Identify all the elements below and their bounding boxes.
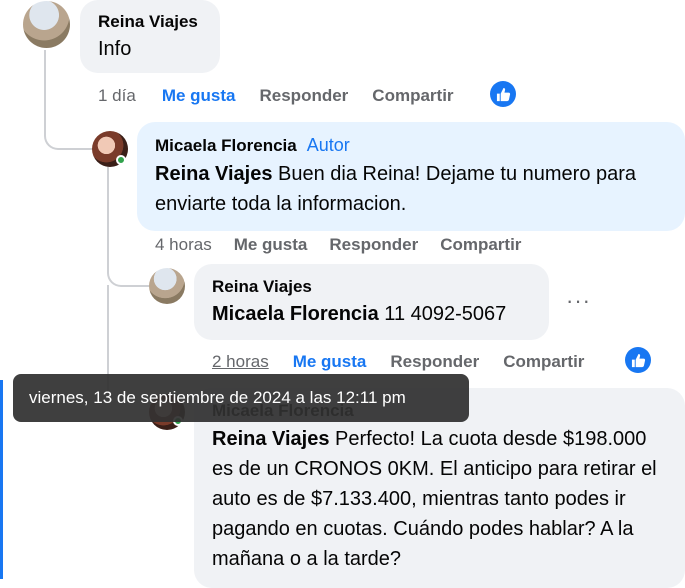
more-options-icon[interactable]: ··· <box>566 288 591 314</box>
timestamp-tooltip: viernes, 13 de septiembre de 2024 a las … <box>13 374 469 422</box>
avatar-reina-viajes[interactable] <box>149 268 185 304</box>
comment-bubble-2: Micaela Florencia Autor Reina Viajes Buen… <box>137 122 685 231</box>
comment-author[interactable]: Micaela Florencia <box>155 136 297 155</box>
reply-button[interactable]: Responder <box>329 235 418 255</box>
comment-text: Info <box>98 38 132 60</box>
comment-author[interactable]: Reina Viajes <box>212 277 531 297</box>
share-button[interactable]: Compartir <box>372 86 453 106</box>
comment-author[interactable]: Reina Viajes <box>98 12 220 32</box>
comment-time[interactable]: 2 horas <box>212 352 269 372</box>
author-badge: Autor <box>306 135 350 155</box>
avatar-reina-viajes[interactable] <box>23 1 70 48</box>
mention-link[interactable]: Reina Viajes <box>155 163 272 185</box>
mention-link[interactable]: Reina Viajes <box>212 428 329 450</box>
comment-time[interactable]: 4 horas <box>155 235 212 255</box>
like-button[interactable]: Me gusta <box>234 235 308 255</box>
like-button[interactable]: Me gusta <box>162 86 236 106</box>
reply-button[interactable]: Responder <box>260 86 349 106</box>
reply-button[interactable]: Responder <box>390 352 479 372</box>
comment-text: 11 4092-5067 <box>378 303 507 325</box>
mention-link[interactable]: Micaela Florencia <box>212 303 379 325</box>
like-reaction-icon[interactable] <box>625 347 651 373</box>
comment-actions-3: 2 horas Me gusta Responder Compartir <box>212 352 608 372</box>
online-status-indicator <box>116 155 126 165</box>
comment-bubble-3: Reina Viajes Micaela Florencia 11 4092-5… <box>194 264 549 340</box>
like-button[interactable]: Me gusta <box>293 352 367 372</box>
comment-actions-1: 1 día Me gusta Responder Compartir <box>98 86 478 106</box>
share-button[interactable]: Compartir <box>503 352 584 372</box>
comment-actions-2: 4 horas Me gusta Responder Compartir <box>155 235 545 255</box>
comment-bubble-1: Reina Viajes Info <box>80 0 220 73</box>
like-reaction-icon[interactable] <box>490 81 516 107</box>
focus-edge-indicator <box>0 380 3 579</box>
comment-time[interactable]: 1 día <box>98 86 136 106</box>
share-button[interactable]: Compartir <box>440 235 521 255</box>
